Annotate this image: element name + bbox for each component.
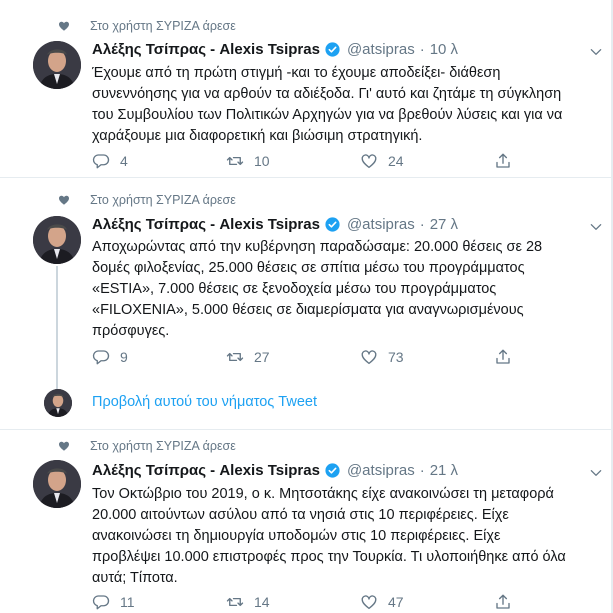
tweet-actions: 9 27 73 — [92, 348, 512, 366]
like-count: 24 — [388, 153, 404, 169]
timeline-feed: Στο χρήστη ΣΥΡΙΖΑ άρεσε Αλέξης Τσίπρας -… — [0, 0, 613, 613]
reply-count: 11 — [120, 594, 135, 610]
author-name[interactable]: Αλέξης Τσίπρας - Alexis Tsipras — [92, 216, 320, 233]
tweet[interactable]: Στο χρήστη ΣΥΡΙΖΑ άρεσε Αλέξης Τσίπρας -… — [0, 178, 613, 430]
tweet[interactable]: Στο χρήστη ΣΥΡΙΖΑ άρεσε Αλέξης Τσίπρας -… — [0, 0, 613, 178]
social-context-text: Στο χρήστη ΣΥΡΙΖΑ άρεσε — [90, 439, 236, 453]
social-context-text: Στο χρήστη ΣΥΡΙΖΑ άρεσε — [90, 19, 236, 33]
thread-connector — [56, 266, 58, 390]
timestamp[interactable]: 21 λ — [430, 462, 458, 479]
tweet-text: Αποχωρώντας από την κυβέρνηση παραδώσαμε… — [92, 237, 612, 342]
social-context-text: Στο χρήστη ΣΥΡΙΖΑ άρεσε — [90, 193, 236, 207]
retweet-icon — [226, 156, 244, 166]
retweet-count: 10 — [254, 153, 270, 169]
avatar[interactable] — [33, 216, 81, 264]
tweet-header: Αλέξης Τσίπρας - Alexis Tsipras @atsipra… — [92, 462, 458, 479]
author-handle[interactable]: @atsipras — [347, 216, 415, 233]
share-icon — [496, 349, 510, 364]
tweet-actions: 4 10 24 — [92, 152, 512, 170]
tweet[interactable]: Στο χρήστη ΣΥΡΙΖΑ άρεσε Αλέξης Τσίπρας -… — [0, 430, 613, 613]
like-count: 47 — [388, 594, 404, 610]
retweet-button[interactable]: 10 — [226, 152, 360, 170]
avatar[interactable] — [33, 41, 81, 89]
tweet-text-line: χαράξουμε μια διαφορετική και βιώσιμη στ… — [92, 128, 423, 144]
thread-avatar[interactable] — [44, 389, 72, 417]
like-button[interactable]: 47 — [360, 593, 494, 611]
chevron-down-icon[interactable] — [589, 466, 603, 480]
like-icon — [361, 154, 377, 169]
separator-dot: · — [419, 216, 425, 233]
retweet-count: 27 — [254, 349, 270, 365]
share-button[interactable] — [494, 593, 512, 611]
like-icon — [361, 595, 377, 610]
tweet-header: Αλέξης Τσίπρας - Alexis Tsipras @atsipra… — [92, 216, 458, 233]
share-icon — [496, 594, 510, 609]
like-button[interactable]: 73 — [360, 348, 494, 366]
tweet-text: Έχουμε από τη πρώτη στιγμή -και το έχουμ… — [92, 63, 612, 147]
like-icon — [361, 350, 377, 365]
author-name[interactable]: Αλέξης Τσίπρας - Alexis Tsipras — [92, 462, 320, 479]
retweet-button[interactable]: 14 — [226, 593, 360, 611]
like-count: 73 — [388, 349, 404, 365]
share-icon — [496, 153, 510, 168]
tweet-text-line: Τον Οκτώβριο του 2019, ο κ. Μητσοτάκης ε… — [92, 486, 554, 502]
heart-icon — [59, 195, 69, 205]
heart-icon — [59, 441, 69, 451]
reply-icon — [92, 154, 110, 169]
show-thread-link[interactable]: Προβολή αυτού του νήματος Tweet — [92, 394, 317, 410]
tweet-text-line: ανακοινώσει τη δημιουργία υποδομών στις … — [92, 528, 501, 544]
chevron-down-icon[interactable] — [589, 220, 603, 234]
reply-count: 4 — [120, 153, 128, 169]
separator-dot: · — [419, 41, 425, 58]
verified-badge-icon — [325, 42, 340, 57]
author-name[interactable]: Αλέξης Τσίπρας - Alexis Tsipras — [92, 41, 320, 58]
tweet-text-line: 20.000 αιτούντων ασύλου από τα νησιά στι… — [92, 507, 509, 523]
tweet-text-line: του Συμβουλίου των Πολιτικών Αρχηγών για… — [92, 107, 563, 123]
social-context: Στο χρήστη ΣΥΡΙΖΑ άρεσε — [59, 193, 236, 207]
verified-badge-icon — [325, 463, 340, 478]
tweet-text: Τον Οκτώβριο του 2019, ο κ. Μητσοτάκης ε… — [92, 484, 612, 589]
verified-badge-icon — [325, 217, 340, 232]
separator-dot: · — [419, 462, 425, 479]
like-button[interactable]: 24 — [360, 152, 494, 170]
timestamp[interactable]: 10 λ — [430, 41, 458, 58]
tweet-actions: 11 14 47 — [92, 593, 512, 611]
author-handle[interactable]: @atsipras — [347, 41, 415, 58]
share-button[interactable] — [494, 152, 512, 170]
reply-icon — [92, 595, 110, 610]
tweet-text-line: αυτά; Τίποτα. — [92, 570, 178, 586]
heart-icon — [59, 21, 69, 31]
share-button[interactable] — [494, 348, 512, 366]
tweet-text-line: προβλέψει 10.000 επιστροφές προς την Του… — [92, 549, 566, 565]
tweet-text-line: Έχουμε από τη πρώτη στιγμή -και το έχουμ… — [92, 65, 501, 81]
reply-count: 9 — [120, 349, 128, 365]
tweet-text-line: «FILOXENIA», 5.000 θέσεις σε διαμερίσματ… — [92, 302, 524, 318]
reply-button[interactable]: 4 — [92, 152, 226, 170]
tweet-text-line: συνεννόησης για να αρθούν τα αδιέξοδα. Γ… — [92, 86, 562, 102]
reply-button[interactable]: 9 — [92, 348, 226, 366]
tweet-header: Αλέξης Τσίπρας - Alexis Tsipras @atsipra… — [92, 41, 458, 58]
reply-icon — [92, 350, 110, 365]
tweet-text-line: δομές φιλοξενίας, 25.000 θέσεις σε σπίτι… — [92, 260, 525, 276]
retweet-icon — [226, 352, 244, 362]
tweet-text-line: Αποχωρώντας από την κυβέρνηση παραδώσαμε… — [92, 239, 543, 255]
social-context: Στο χρήστη ΣΥΡΙΖΑ άρεσε — [59, 19, 236, 33]
social-context: Στο χρήστη ΣΥΡΙΖΑ άρεσε — [59, 439, 236, 453]
retweet-icon — [226, 597, 244, 607]
chevron-down-icon[interactable] — [589, 45, 603, 59]
reply-button[interactable]: 11 — [92, 593, 226, 611]
avatar[interactable] — [33, 460, 81, 508]
author-handle[interactable]: @atsipras — [347, 462, 415, 479]
timestamp[interactable]: 27 λ — [430, 216, 458, 233]
tweet-text-line: πρόσφυγες. — [92, 323, 170, 339]
retweet-count: 14 — [254, 594, 270, 610]
tweet-text-line: «ESTIA», 7.000 θέσεις σε ξενοδοχεία μέσω… — [92, 281, 497, 297]
retweet-button[interactable]: 27 — [226, 348, 360, 366]
